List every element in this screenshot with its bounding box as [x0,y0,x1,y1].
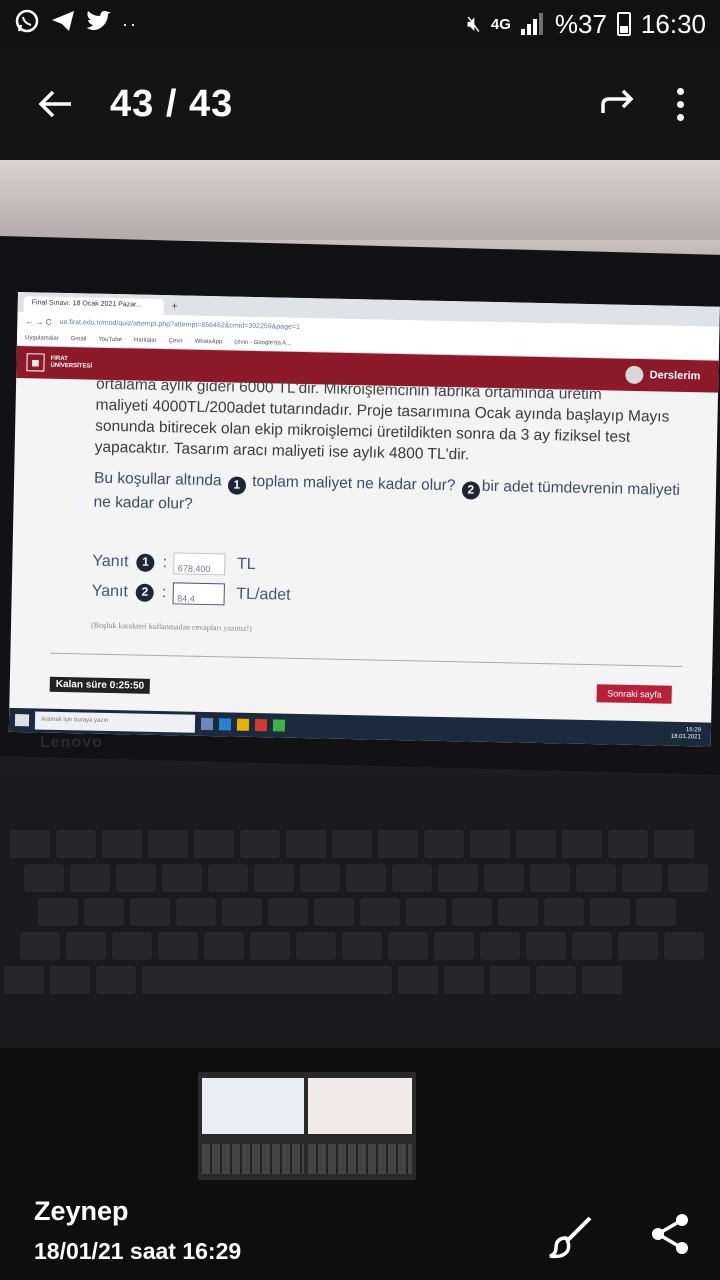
number-two-badge: 2 [461,480,480,500]
arrow-left-icon [38,90,71,118]
laptop-keyboard [0,800,720,1048]
notification-icons: ·· [14,8,138,40]
courses-menu: Derslerim [625,365,701,386]
bookmark-item: çevin - Google'da A... [234,339,292,347]
answers: Yanıt 1: 678,400 TL Yanıt 2: 84,4 TL/ade… [91,546,684,618]
address-bar: ue.firat.edu.tr/mod/quiz/attempt.php?att… [59,318,300,331]
answer-1-field: 678,400 [172,551,226,575]
thumbnail-current[interactable] [304,1072,416,1180]
time-remaining: Kalan süre 0:25:50 [49,676,151,694]
image-counter: 43 / 43 [110,82,234,125]
university-logo: ▦ FIRAT ÜNİVERSİTESİ [26,353,92,372]
author-name: Zeynep [34,1196,129,1226]
number-one-badge: 1 [227,475,247,495]
taskbar-search: Aramak için buraya yazın [34,711,196,733]
bookmark-item: YouTube [98,336,123,343]
new-tab-icon: + [171,301,178,313]
photo-viewer[interactable]: Final Sınavı: 18 Ocak 2021 Pazar... + ← … [0,160,720,1048]
network-type: 4G [490,15,511,33]
twitter-icon [85,10,112,38]
thumbnail-previous[interactable] [198,1072,310,1180]
taskbar-app-icon [272,719,286,732]
photo-datetime: 18/01/21 saat 16:29 [34,1238,242,1264]
nav-arrows-icon: ← → C [25,316,52,327]
next-page-button: Sonraki sayfa [597,684,672,704]
seal-icon: ▦ [26,353,45,372]
taskbar-app-icon [200,717,214,731]
brush-icon [549,1216,592,1259]
mute-icon: 🔇︎ [466,11,481,36]
share-icon [652,1214,688,1254]
battery-percent: %37 [554,8,607,39]
taskbar-app-icon [236,718,250,731]
windows-start-icon [14,714,30,727]
bookmark-item: WhatsApp [194,338,223,345]
whatsapp-icon [14,8,40,40]
question-text: maliyeti 4000TL/200adet tutarındadır. Pr… [94,396,670,464]
bookmark-item: Gmail [70,335,87,342]
avatar [625,365,644,385]
gallery-app-bar: 43 / 43 [0,48,720,160]
battery-icon [616,12,631,36]
taskbar-app-icon [254,719,268,732]
answer-2-field: 84,4 [172,581,225,605]
question-content: ortalama aylık gideri 6000 TL'dir. Mikro… [10,372,718,667]
answer-note: (Boşluk karakteri kullanmadan cevapları … [90,620,252,633]
status-bar: ·· 🔇︎ 4G %37 16:30 [0,0,720,48]
divider [50,652,683,667]
edit-button[interactable] [546,1212,594,1260]
signal-icon [520,13,545,35]
laptop-brand: Lenovo [40,734,103,751]
browser-tab: Final Sınavı: 18 Ocak 2021 Pazar... [23,296,164,316]
question-ask: Bu koşullar altında 1 toplam maliyet ne … [93,469,681,513]
telegram-icon [50,9,76,39]
back-button[interactable] [0,48,110,160]
more-notifications-icon: ·· [122,13,138,34]
forward-share-button[interactable] [599,82,637,127]
more-options-button[interactable] [677,87,684,121]
bookmark-item: Çevir [168,337,183,344]
laptop-screen: Final Sınavı: 18 Ocak 2021 Pazar... + ← … [8,292,720,747]
bookmark-item: Uygulamalar [24,334,59,342]
taskbar-app-icon [218,718,232,731]
bookmark-item: Haritalar [133,336,157,344]
taskbar-clock: 16:29 18.01.2021 [670,727,702,741]
photo-info-panel: Zeynep 18/01/21 saat 16:29 [0,1048,720,1280]
forward-icon [601,89,634,113]
share-button[interactable] [650,1212,690,1256]
photo-wall [0,160,720,240]
clock: 16:30 [640,8,706,39]
